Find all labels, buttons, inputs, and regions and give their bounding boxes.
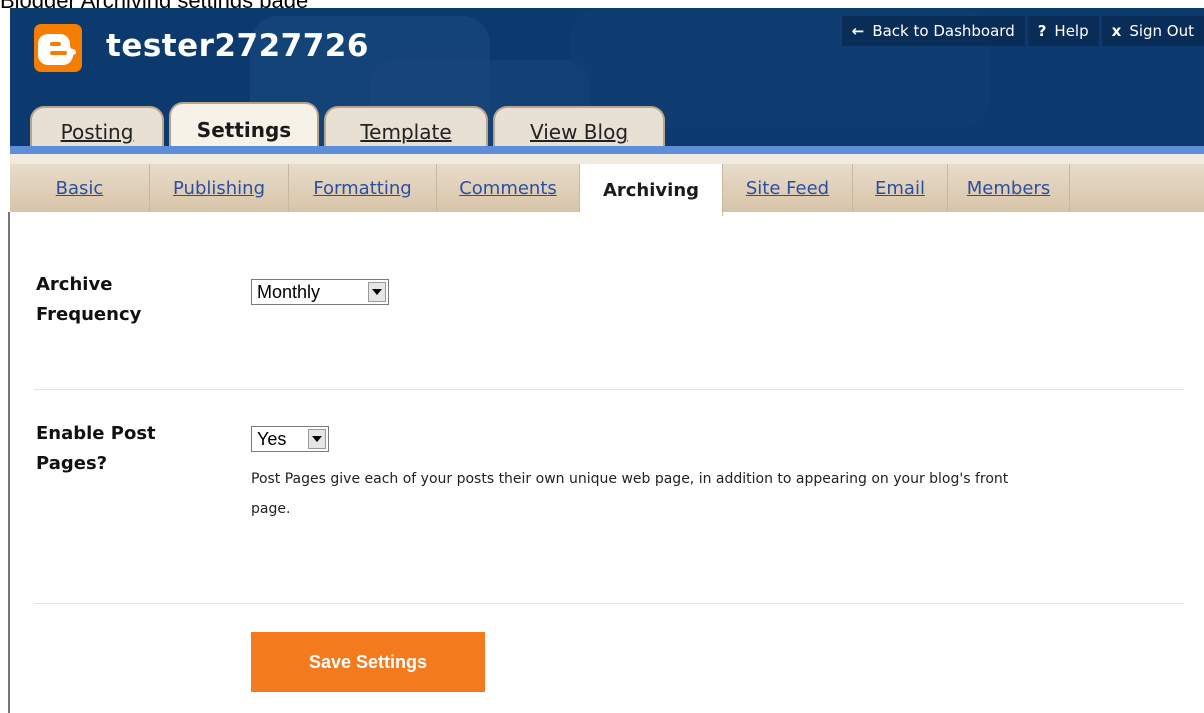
- post-pages-help-line1: Post Pages give each of your posts their…: [251, 471, 1009, 487]
- help-link[interactable]: ? Help: [1027, 16, 1099, 46]
- tab-underline: [10, 146, 1204, 154]
- archive-frequency-select[interactable]: Monthly: [251, 279, 389, 305]
- subtab-archiving[interactable]: Archiving: [580, 164, 723, 216]
- save-settings-button[interactable]: Save Settings: [251, 632, 485, 692]
- blog-title[interactable]: tester2727726: [106, 28, 369, 64]
- archive-frequency-label: Archive Frequency: [36, 270, 141, 330]
- help-label: Help: [1054, 22, 1089, 40]
- subtab-formatting[interactable]: Formatting: [289, 164, 437, 212]
- tab-settings[interactable]: Settings: [169, 102, 319, 148]
- enable-post-pages-select[interactable]: Yes: [251, 426, 329, 452]
- tab-posting[interactable]: Posting: [30, 106, 164, 148]
- subtab-publishing[interactable]: Publishing: [150, 164, 289, 212]
- back-to-dashboard-label: Back to Dashboard: [872, 22, 1015, 40]
- help-icon: ?: [1037, 22, 1047, 40]
- blogger-header: tester2727726 ← Back to Dashboard ? Help…: [10, 8, 1204, 148]
- post-pages-help-line2: page.: [251, 501, 291, 517]
- tab-template[interactable]: Template: [324, 106, 488, 148]
- archiving-settings-form: Archive Frequency Monthly Enable Post Pa…: [10, 212, 1204, 713]
- sign-out-label: Sign Out: [1129, 22, 1194, 40]
- enable-post-pages-label: Enable Post Pages?: [36, 419, 156, 479]
- chevron-down-icon[interactable]: [308, 429, 326, 449]
- post-pages-help-text: Post Pages give each of your posts their…: [251, 464, 1171, 524]
- section-divider: [34, 389, 1184, 390]
- page-caption: Blogger Archiving settings page: [0, 0, 1204, 8]
- archive-frequency-value: Monthly: [257, 281, 321, 302]
- enable-post-pages-label-line2: Pages?: [36, 453, 108, 474]
- settings-subnav: Basic Publishing Formatting Comments Arc…: [10, 164, 1204, 216]
- back-arrow-icon: ←: [851, 22, 865, 40]
- section-divider: [34, 603, 1184, 604]
- archive-frequency-label-line2: Frequency: [36, 304, 142, 325]
- tab-view-blog[interactable]: View Blog: [493, 106, 665, 148]
- top-links: ← Back to Dashboard ? Help x Sign Out: [839, 16, 1204, 46]
- archive-frequency-label-line1: Archive: [36, 274, 113, 295]
- sign-out-link[interactable]: x Sign Out: [1101, 16, 1204, 46]
- subtab-comments[interactable]: Comments: [437, 164, 580, 212]
- blogger-logo-icon[interactable]: [34, 24, 82, 72]
- back-to-dashboard-link[interactable]: ← Back to Dashboard: [841, 16, 1025, 46]
- close-icon: x: [1111, 22, 1122, 40]
- enable-post-pages-value: Yes: [257, 428, 287, 449]
- subtab-basic[interactable]: Basic: [10, 164, 150, 212]
- subtab-email[interactable]: Email: [853, 164, 948, 212]
- main-tabs: Posting Settings Template View Blog: [30, 102, 670, 148]
- enable-post-pages-label-line1: Enable Post: [36, 423, 156, 444]
- chevron-down-icon[interactable]: [368, 282, 386, 302]
- subtab-members[interactable]: Members: [948, 164, 1070, 212]
- subtab-site-feed[interactable]: Site Feed: [723, 164, 853, 212]
